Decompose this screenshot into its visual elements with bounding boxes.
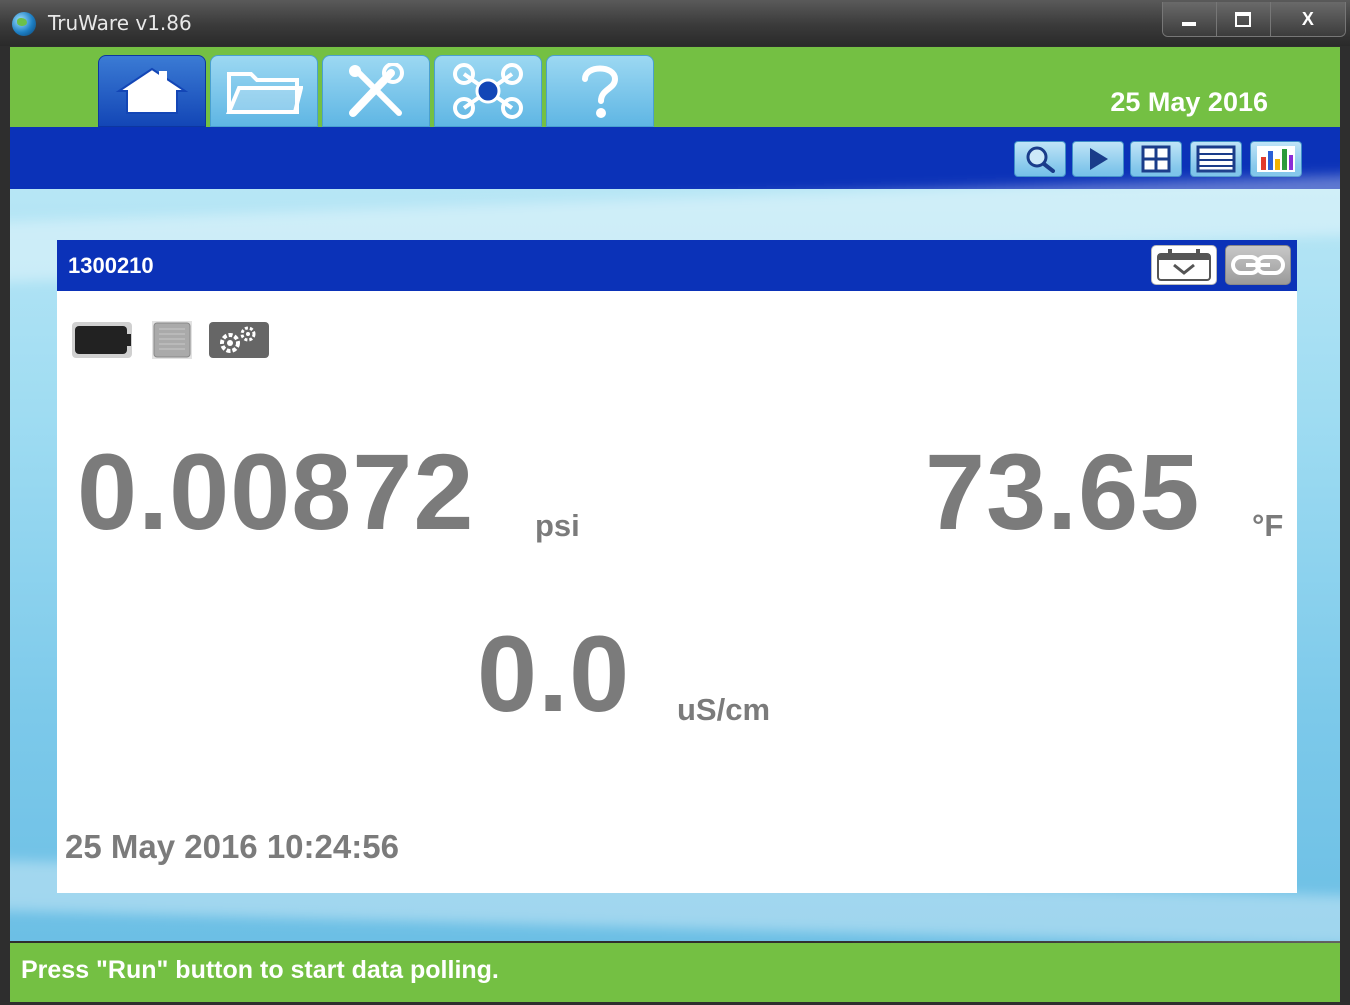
header-date: 25 May 2016	[1110, 87, 1268, 117]
top-nav-bar: 25 May 2016	[10, 47, 1340, 127]
folder-icon	[226, 72, 303, 114]
temperature-value: 73.65	[925, 431, 1201, 552]
minimize-button[interactable]	[1163, 2, 1217, 36]
play-icon	[1090, 148, 1108, 170]
calendar-dropdown-button[interactable]	[1151, 245, 1217, 285]
maximize-button[interactable]	[1216, 2, 1271, 36]
battery-icon	[72, 322, 132, 358]
tab-network[interactable]	[434, 55, 542, 127]
network-icon	[453, 63, 523, 119]
toolbar	[10, 127, 1340, 189]
memory-icon	[152, 321, 192, 359]
close-button[interactable]: X	[1270, 2, 1345, 36]
search-button[interactable]	[1014, 141, 1066, 177]
device-panel-header: 1300210	[57, 240, 1297, 291]
window-controls: X	[1162, 2, 1346, 37]
search-icon	[1026, 146, 1055, 173]
maximize-icon	[1235, 11, 1252, 27]
device-serial: 1300210	[68, 253, 154, 278]
reading-timestamp: 25 May 2016 10:24:56	[65, 828, 399, 865]
app-globe-icon	[12, 12, 36, 36]
status-bar: Press "Run" button to start data polling…	[10, 943, 1340, 1002]
tab-files[interactable]	[210, 55, 318, 127]
conductivity-value: 0.0	[477, 613, 631, 734]
minimize-icon	[1182, 22, 1197, 26]
bar-chart-icon	[1257, 146, 1295, 172]
client-area: 25 May 2016 1300210 0.00872 psi 73.65 °F…	[10, 47, 1340, 1002]
pressure-unit: psi	[535, 508, 580, 543]
battery-status	[71, 321, 133, 359]
grid-view-button[interactable]	[1130, 141, 1182, 177]
tools-icon	[349, 63, 404, 117]
grid-view-icon	[1141, 145, 1171, 173]
list-view-button[interactable]	[1190, 141, 1242, 177]
pressure-value: 0.00872	[77, 431, 475, 552]
title-bar: TruWare v1.86 X	[0, 0, 1350, 46]
list-view-icon	[1196, 145, 1236, 173]
device-panel: 1300210 0.00872 psi 73.65 °F 0.0 uS/cm 2…	[57, 240, 1297, 893]
close-icon: X	[1301, 8, 1314, 29]
run-button[interactable]	[1072, 141, 1124, 177]
gears-icon	[209, 322, 269, 358]
settings-button[interactable]	[208, 321, 270, 359]
tab-tools[interactable]	[322, 55, 430, 127]
link-button[interactable]	[1225, 245, 1291, 285]
memory-status	[151, 321, 193, 359]
conductivity-unit: uS/cm	[677, 692, 771, 727]
temperature-unit: °F	[1252, 508, 1284, 543]
home-icon	[115, 67, 189, 114]
tab-help[interactable]	[546, 55, 654, 127]
link-icon	[1231, 255, 1285, 275]
status-message: Press "Run" button to start data polling…	[21, 956, 499, 984]
window-title: TruWare v1.86	[48, 11, 192, 35]
help-icon	[582, 65, 619, 118]
tab-home[interactable]	[98, 55, 206, 127]
app-window: TruWare v1.86 X 25 May 2016 1300210 0.00…	[0, 0, 1350, 1005]
chart-view-button[interactable]	[1250, 141, 1302, 177]
calendar-dropdown-icon	[1157, 249, 1211, 281]
